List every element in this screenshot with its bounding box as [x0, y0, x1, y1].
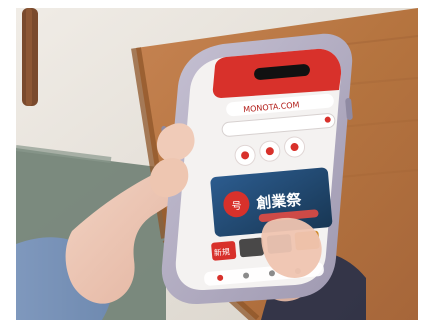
photo-frame: MONOTA.COM 号 創業祭 新規 [0, 0, 430, 328]
promo-circle-text: 号 [231, 200, 242, 213]
photo: MONOTA.COM 号 創業祭 新規 [16, 8, 418, 320]
photo-scene: MONOTA.COM 号 創業祭 新規 [16, 8, 418, 320]
product-tile-2[interactable] [239, 237, 265, 258]
badge-text: 新規 [213, 246, 230, 257]
phone: MONOTA.COM 号 創業祭 新規 [161, 33, 353, 305]
